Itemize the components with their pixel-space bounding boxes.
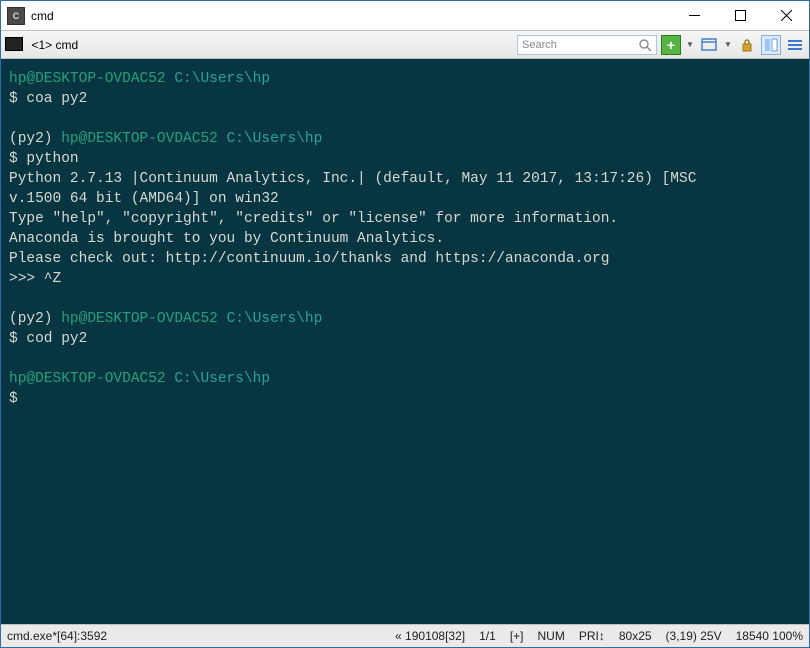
terminal-line: $	[9, 391, 18, 407]
status-seg: [+]	[510, 629, 524, 643]
lock-icon	[740, 38, 754, 52]
terminal-line: hp@DESKTOP-OVDAC52 C:\Users\hp	[9, 71, 270, 87]
window-menu-button[interactable]	[699, 35, 719, 55]
tab-bar: <1> cmd	[5, 35, 513, 54]
terminal-line: Type "help", "copyright", "credits" or "…	[9, 211, 618, 227]
terminal-line: hp@DESKTOP-OVDAC52 C:\Users\hp	[9, 371, 270, 387]
terminal-line: $ cod py2	[9, 331, 87, 347]
status-zoom: 18540 100%	[736, 629, 803, 643]
split-icon	[764, 38, 778, 52]
tab-label[interactable]: <1> cmd	[31, 38, 78, 52]
new-tab-button[interactable]: +	[661, 35, 681, 55]
toolbar: <1> cmd Search + ▼ ▼	[1, 31, 809, 59]
window-menu-dropdown[interactable]: ▼	[723, 40, 733, 49]
status-cursor: (3,19) 25V	[666, 629, 722, 643]
search-input[interactable]: Search	[517, 35, 657, 55]
terminal-line: Anaconda is brought to you by Continuum …	[9, 231, 444, 247]
window-title: cmd	[31, 9, 671, 23]
terminal-output[interactable]: hp@DESKTOP-OVDAC52 C:\Users\hp $ coa py2…	[1, 59, 809, 624]
status-process: cmd.exe*[64]:3592	[7, 629, 107, 643]
terminal-line: v.1500 64 bit (AMD64)] on win32	[9, 191, 279, 207]
hamburger-menu-button[interactable]	[785, 35, 805, 55]
window-list-icon	[701, 37, 717, 53]
minimize-icon	[689, 10, 700, 21]
terminal-line: Python 2.7.13 |Continuum Analytics, Inc.…	[9, 171, 696, 187]
terminal-line: Please check out: http://continuum.io/th…	[9, 251, 609, 267]
terminal-line: >>> ^Z	[9, 271, 61, 287]
lock-button[interactable]	[737, 35, 757, 55]
terminal-tab-icon	[5, 37, 23, 51]
status-seg: « 190108[32]	[395, 629, 465, 643]
minimize-button[interactable]	[671, 1, 717, 30]
split-view-button[interactable]	[761, 35, 781, 55]
close-icon	[781, 10, 792, 21]
status-seg: PRI↕	[579, 629, 605, 643]
app-icon: C	[7, 7, 25, 25]
maximize-icon	[735, 10, 746, 21]
search-placeholder: Search	[522, 39, 557, 51]
terminal-line: (py2) hp@DESKTOP-OVDAC52 C:\Users\hp	[9, 131, 322, 147]
close-button[interactable]	[763, 1, 809, 30]
status-seg: 80x25	[619, 629, 652, 643]
statusbar: cmd.exe*[64]:3592 « 190108[32] 1/1 [+] N…	[1, 624, 809, 647]
app-window: C cmd <1> cmd Search + ▼ ▼	[0, 0, 810, 648]
status-seg: 1/1	[479, 629, 496, 643]
hamburger-icon	[787, 38, 803, 52]
titlebar[interactable]: C cmd	[1, 1, 809, 31]
maximize-button[interactable]	[717, 1, 763, 30]
terminal-line: (py2) hp@DESKTOP-OVDAC52 C:\Users\hp	[9, 311, 322, 327]
search-icon	[638, 38, 652, 52]
terminal-line: $ python	[9, 151, 79, 167]
terminal-line: $ coa py2	[9, 91, 87, 107]
status-seg: NUM	[538, 629, 565, 643]
new-tab-dropdown[interactable]: ▼	[685, 40, 695, 49]
